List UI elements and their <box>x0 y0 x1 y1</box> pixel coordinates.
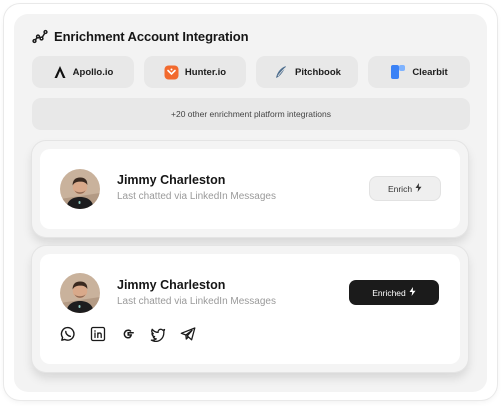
section-title: Enrichment Account Integration <box>54 28 249 44</box>
integration-list: Apollo.io Hunter.io Pitchbook Clearbit <box>32 56 470 88</box>
integration-label: Pitchbook <box>295 66 341 78</box>
linkedin-icon[interactable] <box>90 326 106 342</box>
enriched-button-label: Enriched <box>372 287 406 298</box>
clearbit-icon <box>390 64 406 80</box>
integration-apollo-button[interactable]: Apollo.io <box>32 56 134 88</box>
social-links <box>60 326 196 342</box>
telegram-icon[interactable] <box>180 326 196 342</box>
twitter-icon[interactable] <box>150 326 166 342</box>
integration-clearbit-button[interactable]: Clearbit <box>368 56 470 88</box>
enriched-button[interactable]: Enriched <box>349 280 439 305</box>
integration-label: Hunter.io <box>184 66 227 78</box>
apollo-icon <box>53 65 67 79</box>
contact-card: Jimmy Charleston Last chatted via Linked… <box>32 246 468 372</box>
integration-label: Apollo.io <box>72 66 114 78</box>
hunter-icon <box>164 65 179 80</box>
google-icon[interactable] <box>120 326 136 342</box>
contact-card-body: Jimmy Charleston Last chatted via Linked… <box>40 254 460 364</box>
avatar <box>60 169 100 209</box>
contact-card-body: Jimmy Charleston Last chatted via Linked… <box>40 149 460 229</box>
pitchbook-icon <box>273 64 289 80</box>
contact-name: Jimmy Charleston <box>117 173 226 187</box>
analytics-icon <box>32 28 48 44</box>
contact-subtitle: Last chatted via LinkedIn Messages <box>117 191 276 202</box>
integration-label: Clearbit <box>412 66 448 78</box>
more-integrations-button[interactable]: +20 other enrichment platform integratio… <box>32 98 470 130</box>
enrich-button-label: Enrich <box>387 183 413 194</box>
whatsapp-icon[interactable] <box>60 326 76 342</box>
lightning-icon <box>409 287 416 298</box>
avatar <box>60 273 100 313</box>
contact-subtitle: Last chatted via LinkedIn Messages <box>117 296 276 307</box>
lightning-icon <box>415 183 422 194</box>
integration-hunter-button[interactable]: Hunter.io <box>144 56 246 88</box>
integration-pitchbook-button[interactable]: Pitchbook <box>256 56 358 88</box>
enrich-button[interactable]: Enrich <box>369 176 441 201</box>
section-header: Enrichment Account Integration <box>32 26 249 46</box>
contact-card: Jimmy Charleston Last chatted via Linked… <box>32 141 468 237</box>
more-integrations-label: +20 other enrichment platform integratio… <box>171 109 331 119</box>
contact-name: Jimmy Charleston <box>117 278 226 292</box>
